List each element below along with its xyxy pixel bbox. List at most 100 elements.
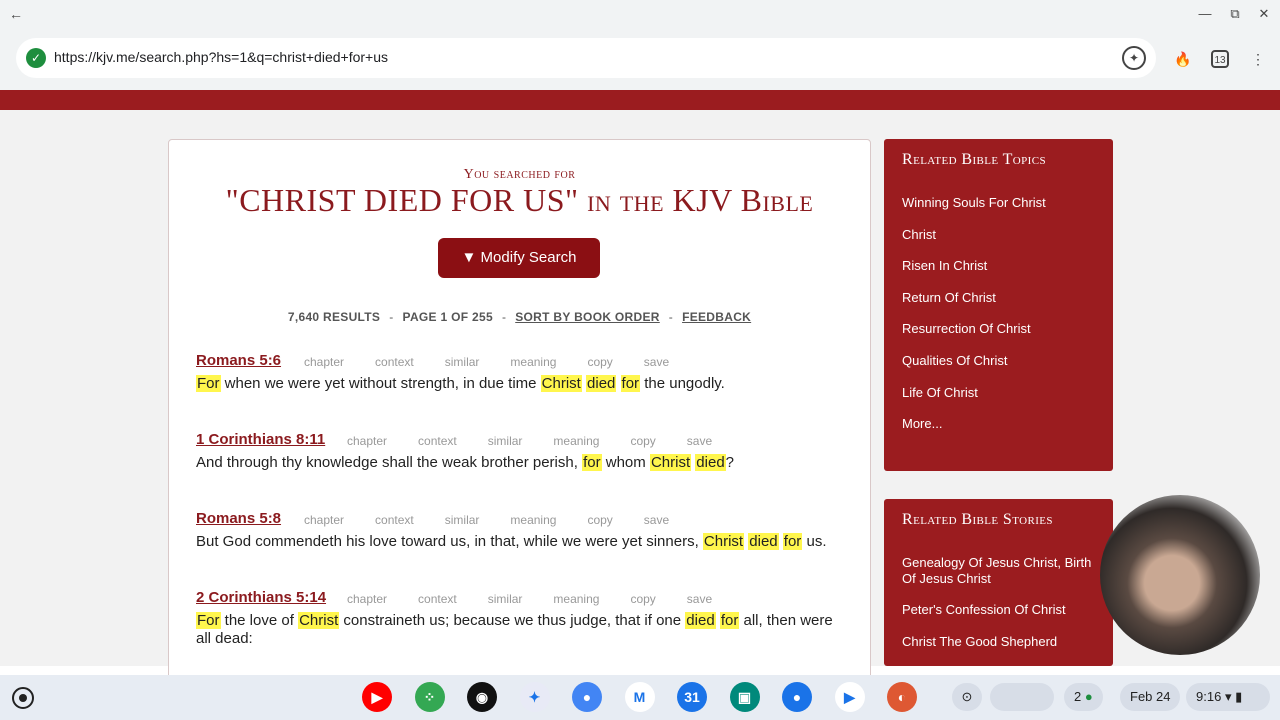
verse-result: Romans 5:6 chapter context similar meaning co… <box>196 350 846 393</box>
play-store-icon[interactable]: ▶ <box>834 682 865 712</box>
back-arrow-icon[interactable]: ← <box>6 4 26 24</box>
related-story-link[interactable]: Peter's Confession Of Christ <box>902 602 1102 634</box>
verse-tool-context[interactable]: context <box>418 592 457 606</box>
verse-tool-meaning[interactable]: meaning <box>553 434 599 448</box>
verse-tool-context[interactable]: context <box>375 513 414 527</box>
related-topic-link[interactable]: Winning Souls For Christ <box>902 195 1102 227</box>
screen-record-icon[interactable]: ⊙ <box>952 683 982 711</box>
meet-icon[interactable]: ▣ <box>729 682 760 712</box>
minimize-icon[interactable]: — <box>1194 4 1216 24</box>
verse-tool-similar[interactable]: similar <box>488 434 523 448</box>
related-story-link[interactable]: Genealogy Of Jesus Christ, Birth Of Jesu… <box>902 555 1102 602</box>
app-grid-icon[interactable]: ⁘ <box>414 682 445 712</box>
results-card: You searched for "CHRIST DIED FOR US" in… <box>168 139 871 679</box>
verse-reference-link[interactable]: 2 Corinthians 5:14 <box>196 589 326 606</box>
verse-tool-copy[interactable]: copy <box>587 513 612 527</box>
verse-tool-similar[interactable]: similar <box>488 592 523 606</box>
chrome-icon[interactable]: ● <box>572 682 602 712</box>
verse-text-segment: the ungodly. <box>640 375 725 392</box>
related-topics-panel: Related Bible Topics Winning Souls For C… <box>884 139 1113 471</box>
sort-by-book-link[interactable]: SORT BY BOOK ORDER <box>515 310 660 324</box>
verse-tool-similar[interactable]: similar <box>445 355 480 369</box>
ai-assist-icon[interactable]: ✦ <box>1122 46 1146 70</box>
close-icon[interactable]: ✕ <box>1253 4 1275 24</box>
status-dot-icon: ● <box>1084 689 1093 704</box>
verse-text: And through thy knowledge shall the weak… <box>196 454 846 472</box>
site-shield-icon[interactable]: ✓ <box>26 48 46 68</box>
related-topic-link[interactable]: Life Of Christ <box>902 385 1102 417</box>
verse-tool-save[interactable]: save <box>644 513 669 527</box>
feedback-link[interactable]: FEEDBACK <box>682 310 751 324</box>
holding-space-thumbnail[interactable] <box>990 683 1054 711</box>
verse-text-segment: whom <box>601 454 650 471</box>
verse-reference-link[interactable]: Romans 5:8 <box>196 510 281 527</box>
verse-text-segment: the love of <box>220 612 299 629</box>
battery-icon: ▮ <box>1235 689 1243 704</box>
date-label[interactable]: Feb 24 <box>1120 683 1181 711</box>
highlighted-term: for <box>620 375 641 392</box>
podcast-icon[interactable]: ◉ <box>467 682 497 712</box>
verse-tool-chapter[interactable]: chapter <box>347 592 387 606</box>
calendar-icon[interactable]: 31 <box>677 682 707 712</box>
verse-tool-meaning[interactable]: meaning <box>510 513 556 527</box>
highlighted-term: Christ <box>649 454 692 471</box>
youtube-icon[interactable]: ▶ <box>362 682 392 712</box>
verse-tools: chapter context similar meaning copy save <box>347 592 743 606</box>
url-text[interactable]: https://kjv.me/search.php?hs=1&q=christ+… <box>54 49 388 65</box>
related-topic-link[interactable]: Resurrection Of Christ <box>902 321 1102 353</box>
messages-icon[interactable]: ● <box>782 682 812 712</box>
verse-tool-chapter[interactable]: chapter <box>347 434 387 448</box>
verse-text: For the love of Christ constraineth us; … <box>196 612 846 648</box>
separator: - <box>668 310 674 324</box>
verse-tool-meaning[interactable]: meaning <box>510 355 556 369</box>
modify-search-button[interactable]: ▼ Modify Search <box>438 238 600 278</box>
highlighted-term: died <box>685 612 716 629</box>
related-topic-link[interactable]: Return Of Christ <box>902 290 1102 322</box>
notification-badge[interactable]: 2 ● <box>1064 683 1103 711</box>
verse-tool-chapter[interactable]: chapter <box>304 355 344 369</box>
highlighted-term: died <box>695 454 726 471</box>
related-topic-link[interactable]: More... <box>902 416 1102 448</box>
verse-tool-chapter[interactable]: chapter <box>304 513 344 527</box>
highlighted-term: For <box>196 612 221 629</box>
gmail-icon[interactable]: M <box>624 682 655 712</box>
more-vert-icon[interactable]: ⋮ <box>1247 48 1269 70</box>
highlighted-term: Christ <box>540 375 582 392</box>
system-tray[interactable]: 9:16 ▾ ▮ <box>1186 683 1270 711</box>
verse-header: 1 Corinthians 8:11 chapter context similar m… <box>196 429 846 451</box>
verse-tool-copy[interactable]: copy <box>630 434 655 448</box>
verse-tool-save[interactable]: save <box>644 355 669 369</box>
verse-tool-save[interactable]: save <box>687 592 712 606</box>
tab-count-badge[interactable]: 13 <box>1211 50 1229 68</box>
duckduckgo-icon[interactable]: ◐ <box>887 682 917 712</box>
highlighted-term: for <box>719 612 740 629</box>
verse-text-segment: ? <box>725 454 734 471</box>
restore-icon[interactable]: ⧉ <box>1224 4 1246 24</box>
gemini-icon[interactable]: ✦ <box>519 682 550 712</box>
page-indicator: PAGE 1 OF 255 <box>402 310 493 324</box>
launcher-icon[interactable] <box>12 687 34 709</box>
verse-tool-similar[interactable]: similar <box>445 513 480 527</box>
verse-tool-meaning[interactable]: meaning <box>553 592 599 606</box>
verse-tool-copy[interactable]: copy <box>587 355 612 369</box>
verse-tool-save[interactable]: save <box>687 434 712 448</box>
verse-text: For when we were yet without strength, i… <box>196 375 846 393</box>
verse-tool-context[interactable]: context <box>418 434 457 448</box>
site-header-band <box>0 90 1280 110</box>
verse-result: 1 Corinthians 8:11 chapter context similar m… <box>196 429 846 472</box>
verse-tool-context[interactable]: context <box>375 355 414 369</box>
fire-icon[interactable]: 🔥 <box>1172 48 1194 70</box>
related-topic-link[interactable]: Qualities Of Christ <box>902 353 1102 385</box>
address-bar[interactable]: ✓ https://kjv.me/search.php?hs=1&q=chris… <box>16 38 1156 78</box>
related-story-link[interactable]: Christ The Good Shepherd <box>902 634 1102 666</box>
related-topic-link[interactable]: Christ <box>902 227 1102 259</box>
highlighted-term: died <box>748 533 779 550</box>
camera-preview[interactable] <box>1100 495 1260 655</box>
verse-tool-copy[interactable]: copy <box>630 592 655 606</box>
verse-reference-link[interactable]: Romans 5:6 <box>196 352 281 369</box>
highlighted-term: Christ <box>298 612 340 629</box>
related-topic-link[interactable]: Risen In Christ <box>902 258 1102 290</box>
verse-result: Romans 5:8 chapter context similar meaning co… <box>196 508 846 551</box>
verse-text-segment: constraineth us; because we thus judge, … <box>339 612 686 629</box>
verse-reference-link[interactable]: 1 Corinthians 8:11 <box>196 431 325 448</box>
